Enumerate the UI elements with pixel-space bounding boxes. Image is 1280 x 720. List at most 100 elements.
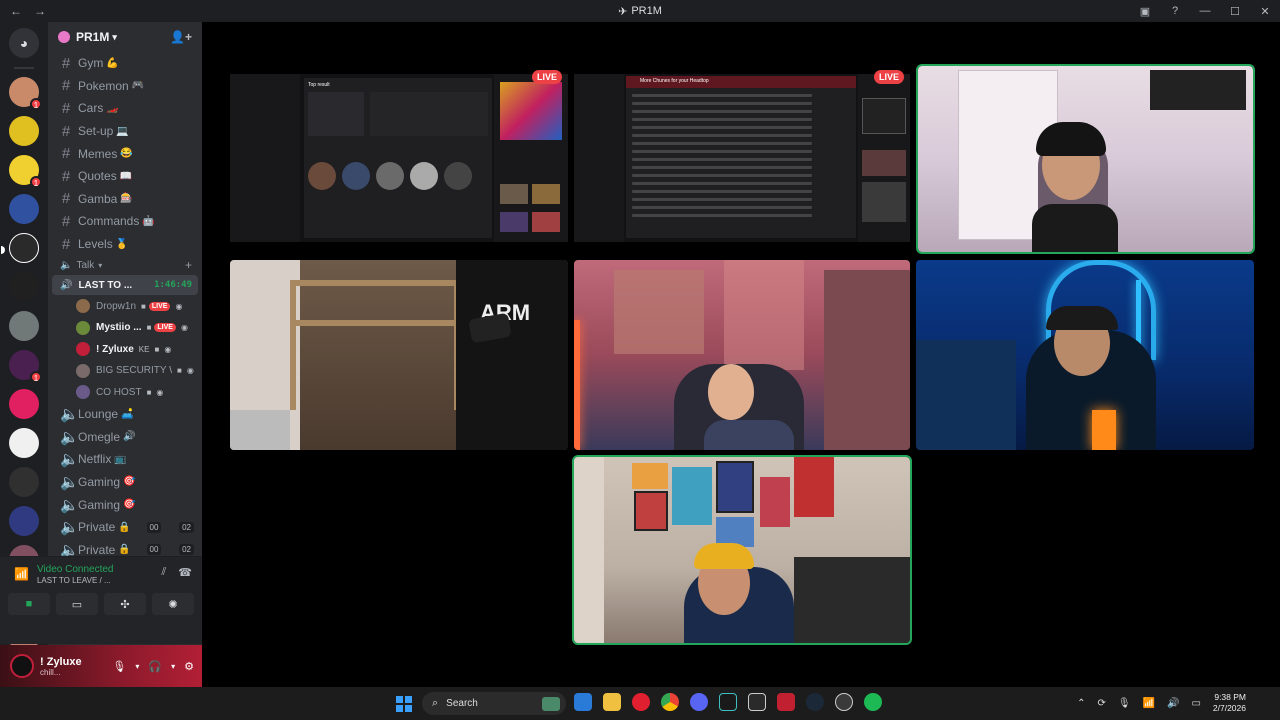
inbox-icon[interactable]: ▣	[1130, 5, 1160, 18]
taskbar-search[interactable]: ⌕ Search	[422, 692, 566, 715]
camera-button[interactable]: ■	[8, 593, 50, 615]
voice-channel-item[interactable]: 🔈 Omegle 🔊	[48, 425, 202, 448]
camera-tile-4[interactable]	[916, 260, 1254, 450]
signal-icon: 📶	[14, 567, 29, 581]
server-icon-4[interactable]	[9, 194, 39, 224]
chevron-up-icon[interactable]: ⌃	[1077, 698, 1085, 709]
server-icon-3[interactable]: 1	[9, 155, 42, 188]
opera-icon[interactable]	[632, 693, 650, 711]
voice-category-header[interactable]: 🔈 Talk ▾ +	[48, 255, 202, 275]
server-header[interactable]: PR1M ▾ 👤+	[48, 22, 202, 52]
server-icon-6[interactable]	[9, 272, 39, 302]
camera-tile-5[interactable]	[572, 455, 912, 645]
voice-user[interactable]: ! Zyluxe KE ■ ◉	[48, 338, 202, 360]
minimize-icon[interactable]: —	[1190, 5, 1220, 17]
voice-channel-item[interactable]: 🔈 Gaming 🎯	[48, 493, 202, 516]
camera-tile-3[interactable]	[574, 260, 910, 450]
hash-icon: #	[61, 54, 71, 72]
app-icon-red[interactable]	[777, 693, 795, 711]
settings-gear-icon[interactable]: ⚙	[184, 660, 194, 673]
battery-icon[interactable]: ▭	[1191, 698, 1200, 709]
channel-item[interactable]: # Quotes 📖	[48, 165, 202, 188]
avatar	[76, 299, 90, 314]
server-icon-10[interactable]	[9, 428, 39, 458]
channel-item[interactable]: # Memes 😂	[48, 142, 202, 165]
channel-name: Gym	[78, 56, 104, 71]
noise-suppression-icon[interactable]: ⫽	[161, 566, 166, 579]
server-icon-11[interactable]	[9, 467, 39, 497]
channel-item[interactable]: # Commands 🤖	[48, 210, 202, 233]
epic-games-icon[interactable]	[748, 693, 766, 711]
channel-item[interactable]: # Set-up 💻	[48, 120, 202, 143]
activity-icon: ◉	[156, 387, 164, 397]
invite-people-icon[interactable]: 👤+	[170, 30, 192, 44]
volume-icon[interactable]: 🔊	[1167, 698, 1179, 709]
channel-item[interactable]: # Gamba 🎰	[48, 188, 202, 211]
channel-item[interactable]: # Pokemon 🎮	[48, 75, 202, 98]
channel-item[interactable]: # Levels 🥇	[48, 233, 202, 256]
voice-user[interactable]: Mystiio ... ■ LIVE ◉	[48, 317, 202, 339]
channel-item[interactable]: # Cars 🏎️	[48, 97, 202, 120]
server-icon-8[interactable]: 1	[9, 350, 42, 383]
avatar	[76, 363, 90, 378]
hash-icon: #	[61, 145, 71, 163]
task-view-icon[interactable]	[574, 693, 592, 711]
server-icon-2[interactable]	[9, 116, 39, 146]
avatar[interactable]	[10, 654, 34, 678]
sync-icon[interactable]: ⟳	[1097, 698, 1105, 709]
soundboard-button[interactable]: ✺	[152, 593, 194, 615]
voice-channel-item[interactable]: 🔈 Private 🔒 00 02	[48, 516, 202, 539]
screen-share-tile-1[interactable]: Top result LIVE	[230, 66, 568, 252]
spotify-icon[interactable]	[864, 693, 882, 711]
server-icon-cupid[interactable]	[9, 389, 39, 419]
discord-home-icon[interactable]: ◕	[9, 28, 39, 58]
camera-tile-2[interactable]: ARM	[230, 260, 568, 450]
chrome-icon[interactable]	[661, 693, 679, 711]
voice-user[interactable]: CO HOST ■ ◉	[48, 381, 202, 403]
camera-tile-1[interactable]	[916, 64, 1255, 254]
voice-status[interactable]: Video Connected	[37, 564, 114, 575]
activities-button[interactable]: ✣	[104, 593, 146, 615]
server-icon-1[interactable]: 1	[9, 77, 42, 110]
server-icon-socialize[interactable]	[9, 506, 39, 536]
active-voice-channel[interactable]: 🔊 LAST TO ... 1:46:49	[52, 275, 198, 296]
chevron-down-icon[interactable]: ▾	[171, 662, 175, 671]
voice-channel-item[interactable]: 🔈 Gaming 🎯	[48, 471, 202, 494]
username[interactable]: ! Zyluxe	[40, 656, 82, 668]
back-arrow-icon[interactable]: ←	[10, 4, 22, 18]
channel-name: Gaming	[78, 474, 121, 489]
channel-item[interactable]: # Gym 💪	[48, 52, 202, 75]
microphone-icon[interactable]: 🎙	[112, 660, 126, 673]
screen-share-heading: Top result	[308, 82, 330, 88]
channel-name: Private	[78, 542, 116, 557]
file-explorer-icon[interactable]	[603, 693, 621, 711]
voice-channel-item[interactable]: 🔈 Lounge 🛋️	[48, 403, 202, 426]
search-highlight-icon	[542, 696, 560, 711]
add-channel-icon[interactable]: +	[185, 258, 192, 272]
camera-icon: ■	[154, 344, 160, 354]
voice-user[interactable]: BIG SECURITY W... ■ ◉	[48, 360, 202, 382]
screen-share-button[interactable]: ▭	[56, 593, 98, 615]
windows-start-icon[interactable]	[396, 696, 412, 712]
maximize-icon[interactable]: ☐	[1220, 5, 1250, 18]
forward-arrow-icon[interactable]: →	[34, 4, 46, 18]
discord-icon[interactable]	[690, 693, 708, 711]
voice-channel-name[interactable]: LAST TO LEAVE / ...	[37, 576, 114, 585]
chevron-down-icon[interactable]: ▾	[135, 662, 139, 671]
close-icon[interactable]: ✕	[1250, 5, 1280, 18]
voice-user[interactable]: Dropw1n ■ LIVE ◉	[48, 295, 202, 317]
disconnect-icon[interactable]: ☎	[178, 566, 192, 579]
app-icon-circle[interactable]	[835, 693, 853, 711]
screen-share-tile-2[interactable]: More Chunes for your Headtop LIVE	[574, 66, 910, 252]
steam-icon[interactable]	[806, 693, 824, 711]
app-icon-wave[interactable]	[719, 693, 737, 711]
voice-channel-item[interactable]: 🔈 Netflix 📺	[48, 448, 202, 471]
microphone-icon[interactable]: 🎙	[1118, 698, 1131, 709]
server-icon-pr1m[interactable]	[1, 233, 39, 263]
clock[interactable]: 9:38 PM 2/7/2026	[1213, 692, 1246, 714]
headphones-icon[interactable]: 🎧	[148, 660, 162, 673]
help-icon[interactable]: ?	[1160, 5, 1190, 17]
server-icon-7[interactable]	[9, 311, 39, 341]
avatar	[76, 342, 90, 357]
wifi-icon[interactable]: 📶	[1143, 698, 1155, 709]
